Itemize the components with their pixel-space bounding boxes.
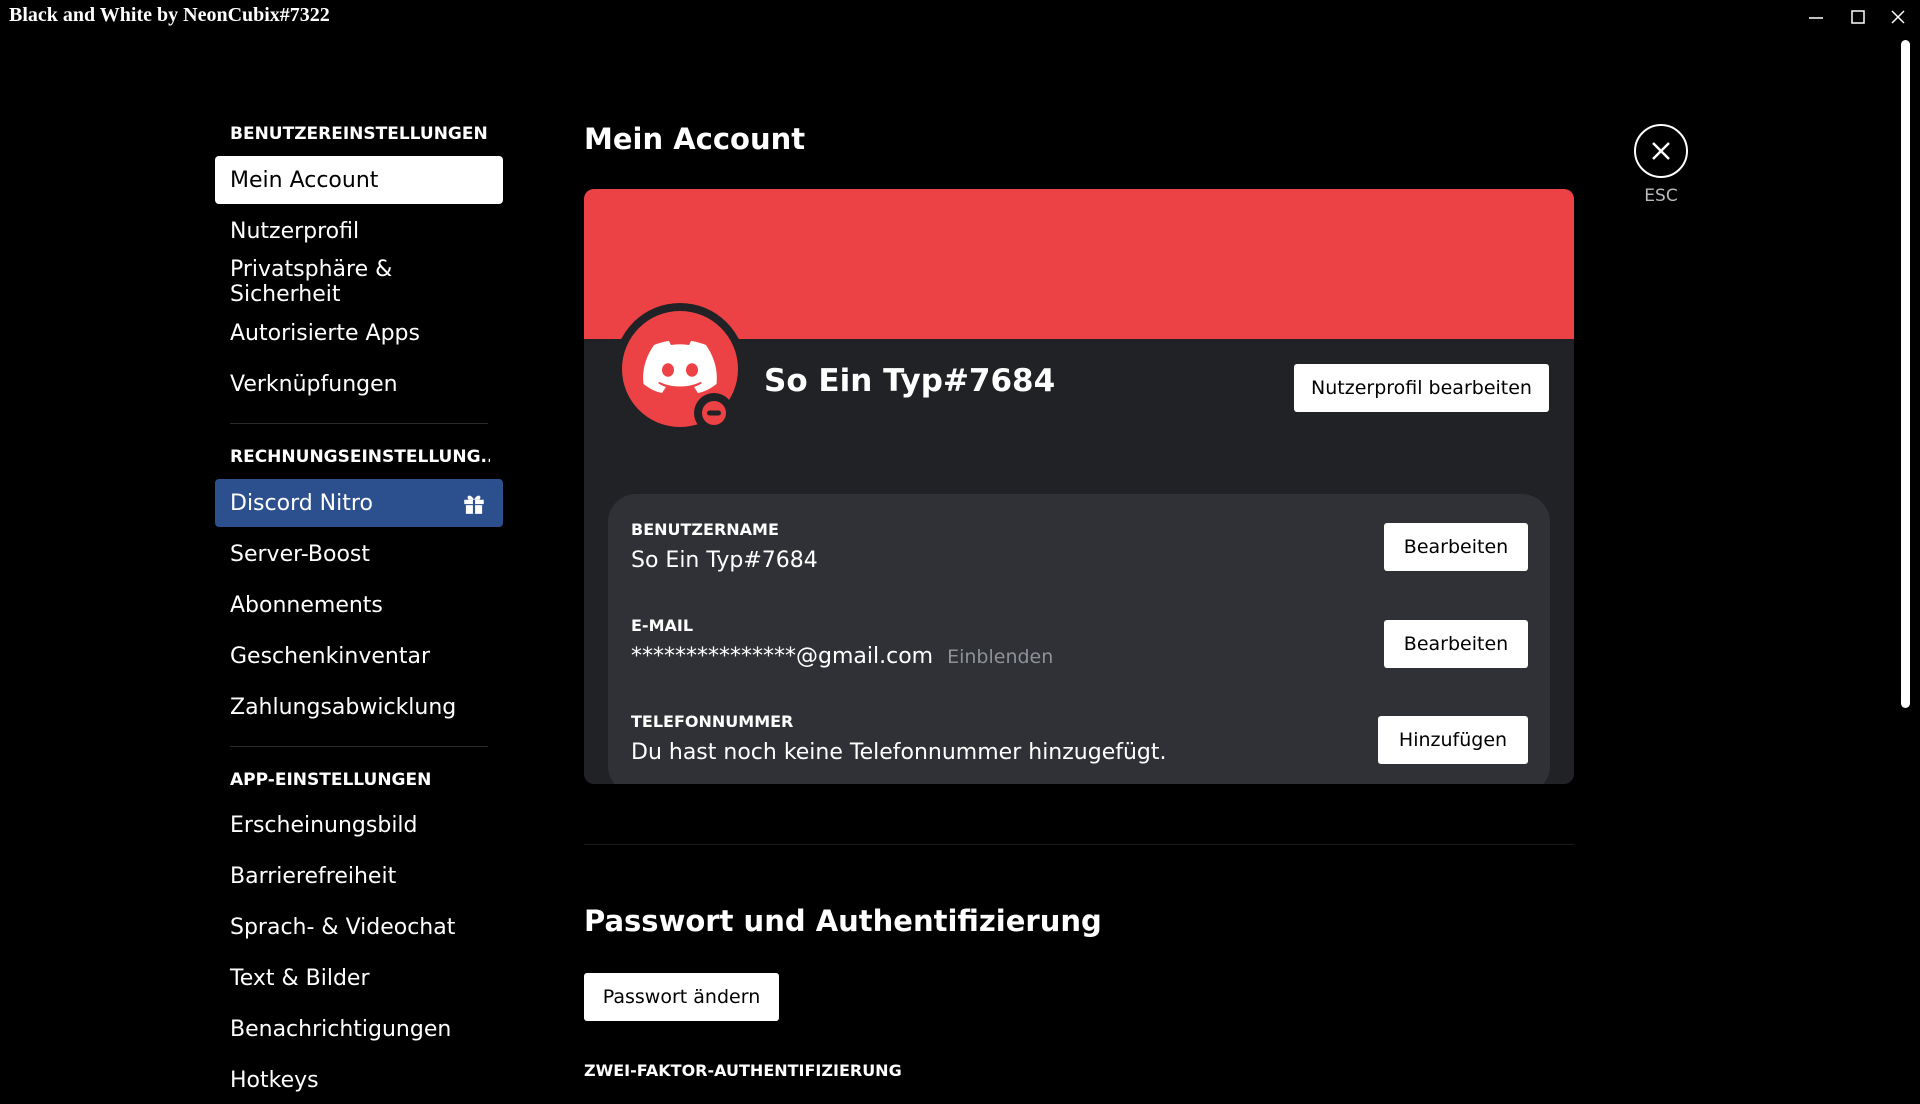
sidebar-item-label: Benachrichtigungen	[230, 1016, 452, 1042]
email-label: E-MAIL	[631, 616, 694, 635]
sidebar-item-label: Hotkeys	[230, 1067, 319, 1093]
profile-username: So Ein Typ#7684	[764, 363, 1056, 399]
page-title: Mein Account	[584, 122, 806, 156]
sidebar-header-billing-settings: RECHNUNGSEINSTELLUNG...	[230, 447, 490, 467]
sidebar-item-accessibility[interactable]: Barrierefreiheit	[215, 852, 503, 900]
sidebar-header-user-settings: BENUTZEREINSTELLUNGEN	[230, 124, 488, 144]
profile-banner	[584, 189, 1574, 339]
sidebar-item-label: Verknüpfungen	[230, 371, 398, 397]
sidebar-item-connections[interactable]: Verknüpfungen	[215, 360, 503, 408]
close-settings-button[interactable]	[1634, 124, 1688, 178]
sidebar-item-privacy-safety[interactable]: Privatsphäre & Sicherheit	[215, 257, 503, 307]
sidebar-item-notifications[interactable]: Benachrichtigungen	[215, 1005, 503, 1053]
close-window-button[interactable]	[1878, 2, 1918, 32]
close-settings: ESC	[1634, 124, 1688, 206]
sidebar-item-authorized-apps[interactable]: Autorisierte Apps	[215, 309, 503, 357]
sidebar-item-label: Abonnements	[230, 592, 383, 618]
esc-label: ESC	[1644, 186, 1678, 206]
sidebar-header-app-settings: APP-EINSTELLUNGEN	[230, 770, 432, 790]
sidebar-item-hotkeys[interactable]: Hotkeys	[215, 1056, 503, 1104]
settings-sidebar: BENUTZEREINSTELLUNGEN Mein Account Nutze…	[0, 34, 503, 1093]
sidebar-item-discord-nitro[interactable]: Discord Nitro	[215, 479, 503, 527]
edit-email-button[interactable]: Bearbeiten	[1384, 620, 1528, 668]
sidebar-item-label: Erscheinungsbild	[230, 812, 418, 838]
password-auth-title: Passwort und Authentifizierung	[584, 904, 1102, 938]
reveal-email-link[interactable]: Einblenden	[947, 646, 1053, 668]
sidebar-item-label: Sprach- & Videochat	[230, 914, 456, 940]
sidebar-item-label: Server-Boost	[230, 541, 370, 567]
sidebar-item-gift-inventory[interactable]: Geschenkinventar	[215, 632, 503, 680]
do-not-disturb-icon	[702, 401, 726, 425]
sidebar-item-label: Discord Nitro	[230, 490, 373, 516]
sidebar-item-label: Barrierefreiheit	[230, 863, 397, 889]
window-title: Black and White by NeonCubix#7322	[9, 4, 330, 26]
sidebar-item-text-images[interactable]: Text & Bilder	[215, 954, 503, 1002]
username-label: BENUTZERNAME	[631, 520, 779, 539]
sidebar-item-my-account[interactable]: Mein Account	[215, 156, 503, 204]
status-indicator	[694, 393, 734, 433]
sidebar-item-label: Nutzerprofil	[230, 218, 360, 244]
username-value: So Ein Typ#7684	[631, 548, 818, 573]
settings-content: Mein Account So Ein Typ#7684 Nutzerprofi…	[584, 34, 1584, 1080]
phone-label: TELEFONNUMMER	[631, 712, 794, 731]
sidebar-item-label: Mein Account	[230, 167, 379, 193]
email-row: ***************@gmail.com Einblenden	[631, 644, 1053, 669]
change-password-button[interactable]: Passwort ändern	[584, 973, 779, 1021]
account-info-box: BENUTZERNAME So Ein Typ#7684 Bearbeiten …	[608, 494, 1550, 784]
sidebar-item-user-profile[interactable]: Nutzerprofil	[215, 207, 503, 255]
edit-username-button[interactable]: Bearbeiten	[1384, 523, 1528, 571]
two-factor-label: ZWEI-FAKTOR-AUTHENTIFIZIERUNG	[584, 1061, 902, 1080]
sidebar-item-label: Geschenkinventar	[230, 643, 431, 669]
scrollbar-thumb[interactable]	[1901, 40, 1910, 708]
minimize-icon	[1809, 17, 1823, 19]
sidebar-divider	[230, 423, 488, 424]
window-titlebar: Black and White by NeonCubix#7322	[0, 0, 1920, 34]
sidebar-divider	[230, 746, 488, 747]
sidebar-item-appearance[interactable]: Erscheinungsbild	[215, 801, 503, 849]
sidebar-item-server-boost[interactable]: Server-Boost	[215, 530, 503, 578]
close-window-icon	[1891, 10, 1905, 24]
maximize-button[interactable]	[1838, 2, 1878, 32]
sidebar-item-voice-video[interactable]: Sprach- & Videochat	[215, 903, 503, 951]
section-divider	[584, 844, 1574, 845]
add-phone-button[interactable]: Hinzufügen	[1378, 716, 1528, 764]
sidebar-item-label: Text & Bilder	[230, 965, 370, 991]
scrollbar[interactable]	[1898, 34, 1912, 1080]
close-icon	[1652, 142, 1670, 160]
sidebar-item-label: Zahlungsabwicklung	[230, 694, 457, 720]
sidebar-item-billing[interactable]: Zahlungsabwicklung	[215, 683, 503, 731]
sidebar-item-label: Autorisierte Apps	[230, 320, 420, 346]
email-value: ***************@gmail.com	[631, 644, 934, 669]
account-profile-card: So Ein Typ#7684 Nutzerprofil bearbeiten …	[584, 189, 1574, 784]
edit-profile-button[interactable]: Nutzerprofil bearbeiten	[1294, 364, 1549, 412]
discord-logo-icon	[643, 341, 717, 393]
avatar[interactable]	[614, 303, 746, 435]
gift-icon	[464, 495, 484, 514]
sidebar-item-subscriptions[interactable]: Abonnements	[215, 581, 503, 629]
sidebar-item-label: Privatsphäre & Sicherheit	[230, 257, 393, 307]
phone-value: Du hast noch keine Telefonnummer hinzuge…	[631, 740, 1167, 765]
minimize-button[interactable]	[1796, 2, 1836, 32]
maximize-icon	[1851, 10, 1865, 24]
